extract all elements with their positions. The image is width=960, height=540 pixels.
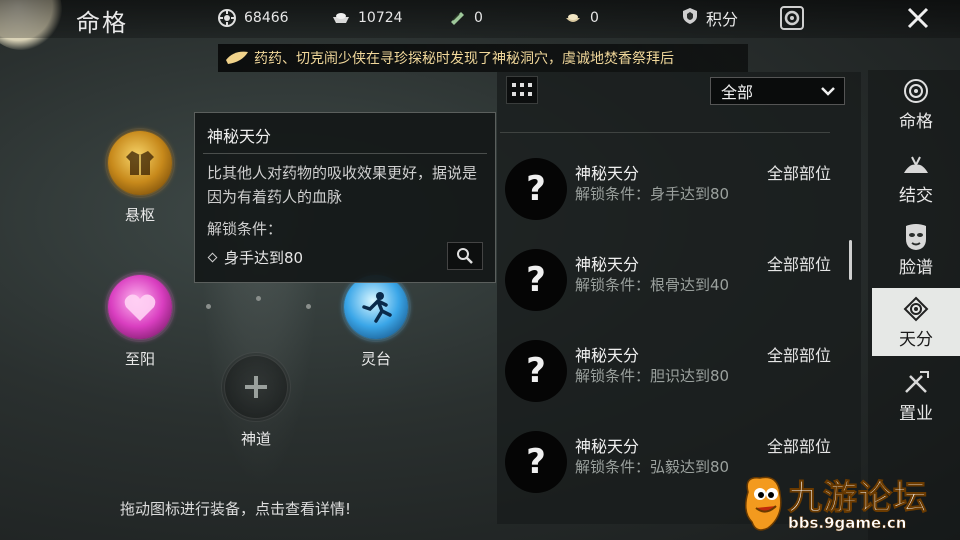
node-label: 灵台	[360, 350, 391, 368]
grid-icon	[512, 83, 532, 96]
item-condition: 解锁条件：弘毅达到80	[575, 458, 730, 476]
tab-tianfen[interactable]: 天分	[872, 288, 960, 356]
coin-value: 68466	[244, 10, 289, 26]
watermark-title: 九游论坛	[788, 478, 928, 519]
item-condition: 解锁条件：胆识达到80	[575, 367, 730, 385]
talent-tooltip: 神秘天分 比其他人对药物的吸收效果更好，据说是因为有着药人的血脉 解锁条件： 身…	[194, 112, 496, 283]
unknown-talent-icon: ?	[505, 340, 567, 402]
tab-zhiye[interactable]: 置业	[872, 362, 960, 430]
filter-dropdown[interactable]: 全部	[710, 77, 845, 105]
item-slot: 全部部位	[767, 346, 832, 365]
tab-jiejiao[interactable]: 结交	[872, 144, 960, 212]
talent-icon	[901, 295, 931, 323]
grid-view-button[interactable]	[506, 76, 538, 104]
node-shendao[interactable]: 神道	[216, 352, 296, 449]
heart-icon	[108, 275, 172, 339]
plus-icon	[224, 355, 288, 419]
horn-icon	[226, 51, 248, 64]
node-zhiyang[interactable]: 至阳	[100, 272, 180, 369]
close-icon	[907, 7, 929, 29]
watermark-url: bbs.9game.cn	[788, 514, 907, 533]
node-label: 神道	[240, 430, 271, 448]
magnifier-icon	[457, 248, 473, 264]
settings-button[interactable]	[776, 3, 808, 33]
unknown-talent-icon: ?	[505, 158, 567, 220]
connector-dot	[306, 304, 311, 309]
node-lingtai[interactable]: 灵台	[336, 272, 416, 369]
tab-lianpu[interactable]: 脸谱	[872, 216, 960, 284]
points-label: 积分	[706, 10, 739, 29]
page-title: 命格	[76, 9, 128, 37]
tab-mingge[interactable]: 命格	[872, 70, 960, 138]
points-button[interactable]: 积分	[680, 6, 738, 30]
resource-ticket: 0	[446, 8, 483, 28]
tooltip-search-button[interactable]	[447, 242, 483, 270]
list-scrollbar[interactable]	[849, 240, 852, 280]
item-slot: 全部部位	[767, 164, 832, 183]
diamond-bullet-icon	[207, 252, 218, 263]
tooltip-description: 比其他人对药物的吸收效果更好，据说是因为有着药人的血脉	[207, 164, 478, 206]
announcement-ticker: 药药、切克闹少侠在寻珍探秘时发现了神秘洞穴，虞诚地焚香祭拜后	[218, 44, 748, 72]
coin-icon	[216, 8, 238, 28]
ingot-value: 10724	[358, 10, 403, 26]
connector-dot	[256, 296, 261, 301]
list-item[interactable]: ? 神秘天分 解锁条件：根骨达到40 全部部位	[505, 249, 845, 319]
node-label: 至阳	[124, 350, 155, 368]
tooltip-divider	[203, 153, 487, 154]
list-item[interactable]: ? 神秘天分 解锁条件：胆识达到80 全部部位	[505, 340, 845, 410]
resource-treasure: 0	[562, 8, 599, 28]
treasure-bowl-icon	[562, 8, 584, 28]
list-item[interactable]: ? 神秘天分 解锁条件：身手达到80 全部部位	[505, 158, 845, 228]
connector-dot	[206, 304, 211, 309]
tooltip-condition: 身手达到80	[207, 247, 304, 268]
item-condition: 解锁条件：根骨达到40	[575, 276, 730, 294]
close-button[interactable]	[892, 0, 944, 36]
drag-hint: 拖动图标进行装备，点击查看详情!	[120, 500, 352, 518]
treasure-value: 0	[590, 10, 599, 26]
gear-icon	[780, 6, 804, 30]
property-icon	[901, 369, 931, 397]
friendship-icon	[901, 151, 931, 179]
node-ring	[105, 272, 175, 342]
item-slot: 全部部位	[767, 437, 832, 456]
item-name: 神秘天分	[575, 437, 640, 456]
ticker-text: 药药、切克闹少侠在寻珍探秘时发现了神秘洞穴，虞诚地焚香祭拜后	[254, 51, 674, 67]
running-figure-icon	[344, 275, 408, 339]
tab-label: 结交	[899, 185, 933, 206]
mask-icon	[901, 223, 931, 251]
tooltip-title: 神秘天分	[207, 127, 272, 146]
item-name: 神秘天分	[575, 164, 640, 183]
item-name: 神秘天分	[575, 346, 640, 365]
item-slot: 全部部位	[767, 255, 832, 274]
shield-icon	[680, 6, 700, 30]
forum-watermark: 九游论坛 bbs.9game.cn	[730, 470, 960, 540]
mascot-logo	[745, 476, 782, 531]
resource-coin: 68466	[216, 8, 289, 28]
tab-label: 置业	[899, 403, 933, 424]
unknown-talent-icon: ?	[505, 431, 567, 493]
node-ring	[105, 128, 175, 198]
node-label: 悬枢	[124, 206, 155, 224]
node-xuanshu[interactable]: 悬枢	[100, 128, 180, 225]
item-condition: 解锁条件：身手达到80	[575, 185, 730, 203]
tab-label: 脸谱	[899, 257, 933, 278]
ticket-value: 0	[474, 10, 483, 26]
tab-label: 天分	[899, 329, 933, 350]
resource-ingot: 10724	[330, 8, 403, 28]
tooltip-condition-label: 解锁条件：	[207, 220, 283, 238]
chevron-down-icon	[821, 87, 835, 96]
armor-icon	[108, 131, 172, 195]
ingot-icon	[330, 8, 352, 28]
tab-label: 命格	[899, 111, 933, 132]
item-name: 神秘天分	[575, 255, 640, 274]
unknown-talent-icon: ?	[505, 249, 567, 311]
mingge-icon	[901, 77, 931, 105]
filter-selected: 全部	[721, 83, 754, 102]
ticket-icon	[446, 8, 468, 28]
node-ring	[221, 352, 291, 422]
tooltip-condition-text: 身手达到80	[224, 249, 304, 267]
list-divider	[500, 132, 830, 133]
